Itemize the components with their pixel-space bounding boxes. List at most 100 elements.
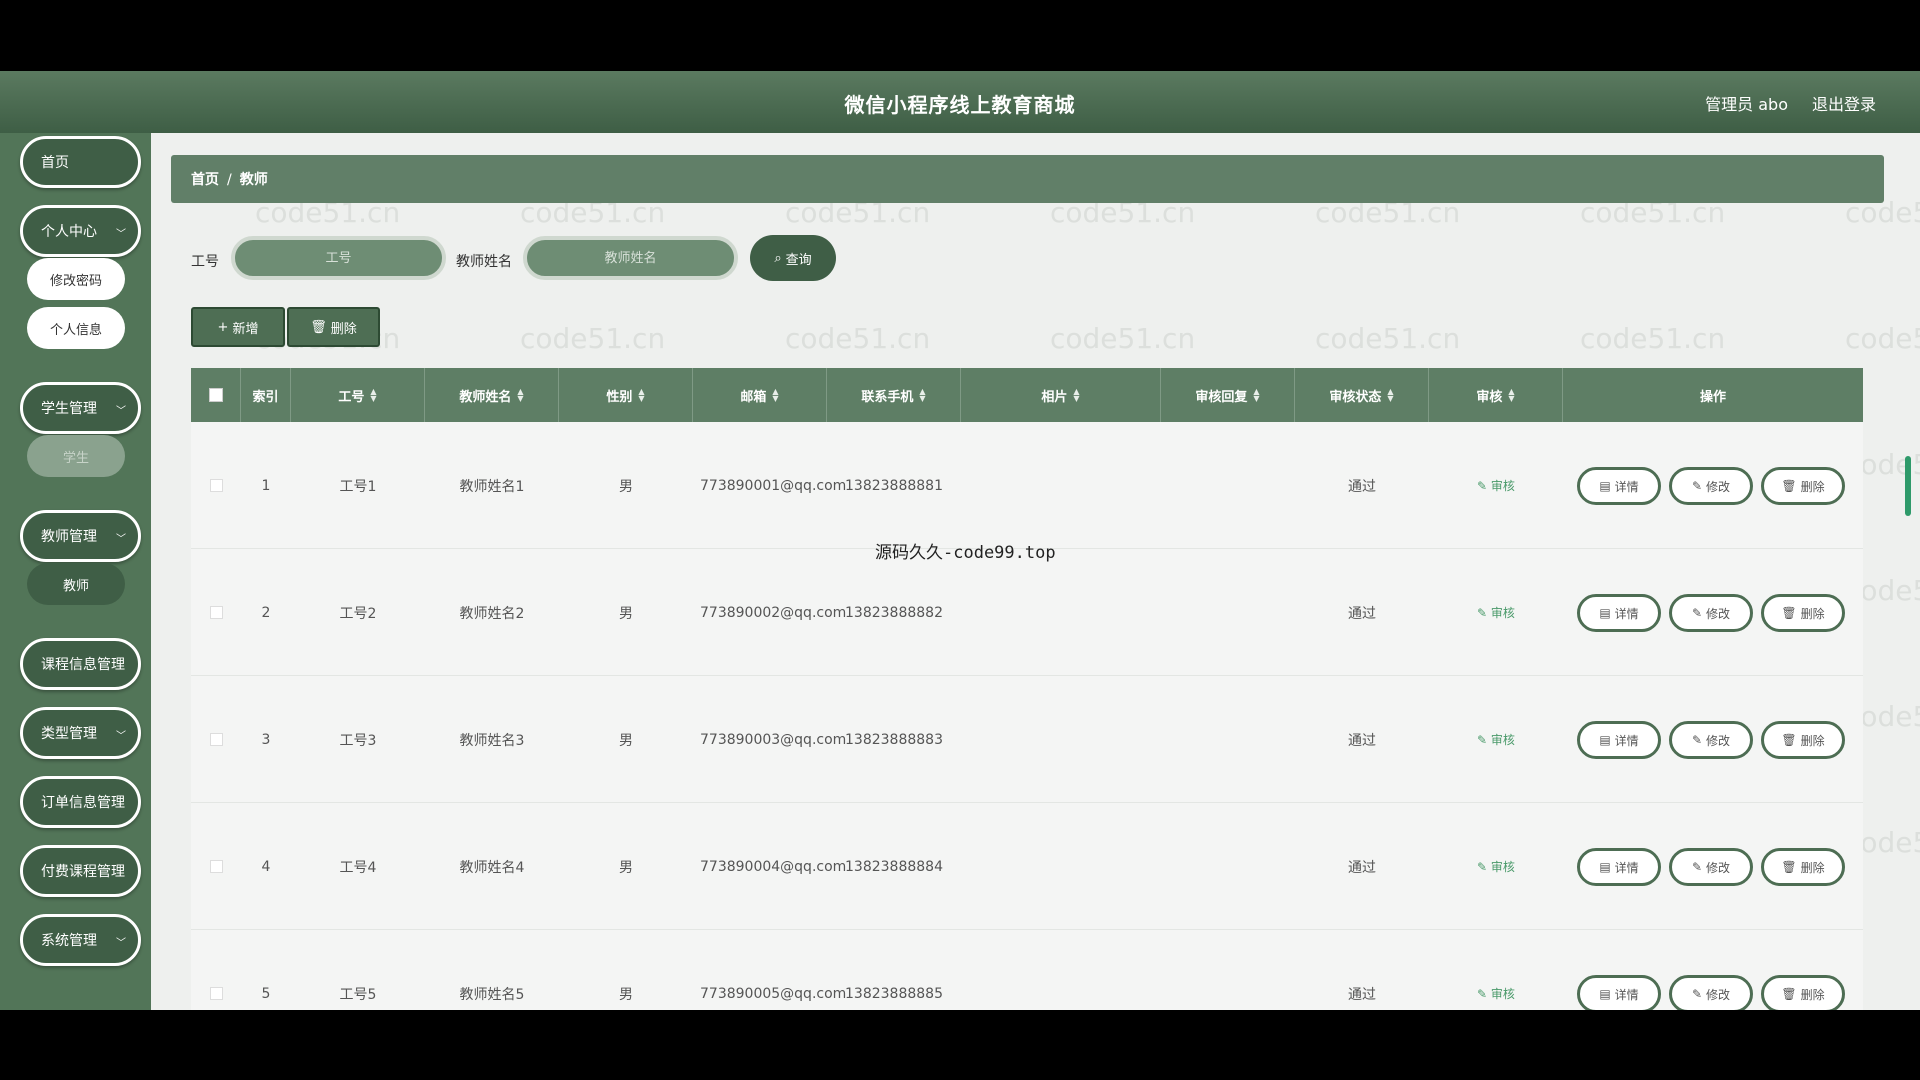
page-scrollbar[interactable] [1905, 456, 1911, 516]
select-all-checkbox[interactable] [208, 388, 223, 402]
detail-button[interactable]: ▤ 详情 [1577, 848, 1661, 886]
email-text: 773890004@qq.com [700, 858, 847, 875]
sidebar-item-home[interactable]: 首页 [20, 136, 141, 188]
chevron-down-icon: ﹀ [116, 731, 126, 742]
cell-phone: 13823888884 [845, 858, 943, 875]
edit-icon: ✎ [1477, 479, 1491, 493]
table-row: 5 工号5 教师姓名5 男 773890005@qq.com 13823888885 通过 ✎… [191, 930, 1863, 1010]
edit-icon: ✎ [1691, 733, 1703, 747]
cell-name: 教师姓名4 [459, 859, 525, 876]
audit-label: 审核 [1490, 606, 1515, 620]
sort-icon: ▲ ▼ [772, 387, 779, 403]
th-phone[interactable]: 联系手机 ▲ ▼ [827, 368, 961, 422]
th-label: 联系手机 [861, 389, 914, 405]
th-email[interactable]: 邮箱 ▲ ▼ [693, 368, 827, 422]
cell-audit: ✎ 审核 [1429, 422, 1563, 549]
delete-button[interactable]: 🗑 删除 [1761, 467, 1845, 505]
watermark-tile: code51.cn [1315, 322, 1461, 355]
edit-button[interactable]: ✎ 修改 [1669, 467, 1753, 505]
chevron-down-icon: ﹀ [116, 229, 126, 240]
audit-link[interactable]: ✎ 审核 [1477, 604, 1515, 621]
row-checkbox[interactable] [209, 987, 223, 1000]
sidebar-subitem-student[interactable]: 学生 [27, 435, 125, 477]
op-label: 详情 [1614, 606, 1639, 621]
sidebar-item-type-mgmt[interactable]: 类型管理 ﹀ [20, 707, 141, 759]
sidebar: 首页 个人中心 ﹀ 修改密码 个人信息 学生管理 ﹀ 学生 教师管理 ﹀ 教师 课程信… [0, 133, 151, 1010]
edit-button[interactable]: ✎ 修改 [1669, 721, 1753, 759]
cell-gender: 男 [619, 605, 633, 622]
th-label: 邮箱 [740, 389, 767, 405]
sort-icon: ▲ ▼ [1253, 387, 1260, 403]
th-gender[interactable]: 性别 ▲ ▼ [559, 368, 693, 422]
cell-email: 773890003@qq.com [693, 676, 846, 803]
sidebar-item-student-mgmt[interactable]: 学生管理 ﹀ [20, 382, 141, 434]
sort-icon: ▲ ▼ [1508, 387, 1515, 403]
sidebar-item-teacher-mgmt[interactable]: 教师管理 ﹀ [20, 510, 141, 562]
edit-button[interactable]: ✎ 修改 [1669, 848, 1753, 886]
op-label: 修改 [1706, 733, 1731, 748]
edit-button[interactable]: ✎ 修改 [1669, 975, 1753, 1010]
delete-button[interactable]: 🗑 删除 [1761, 594, 1845, 632]
detail-button[interactable]: ▤ 详情 [1577, 721, 1661, 759]
detail-button[interactable]: ▤ 详情 [1577, 975, 1661, 1010]
logout-link[interactable]: 退出登录 [1812, 91, 1876, 115]
th-name[interactable]: 教师姓名 ▲ ▼ [425, 368, 559, 422]
th-status[interactable]: 审核状态 ▲ ▼ [1295, 368, 1429, 422]
row-checkbox[interactable] [209, 860, 223, 873]
search-id-input[interactable] [231, 236, 446, 280]
watermark-tile: code51.cn [1845, 322, 1920, 355]
sort-icon: ▲ ▼ [1073, 387, 1080, 403]
sidebar-item-order-info-mgmt[interactable]: 订单信息管理 [20, 776, 141, 828]
sidebar-subitem-teacher[interactable]: 教师 [27, 563, 125, 605]
watermark-tile: code51.cn [520, 322, 666, 355]
sidebar-item-label: 付费课程管理 [41, 864, 125, 880]
delete-button[interactable]: 🗑 删除 [1761, 848, 1845, 886]
audit-link[interactable]: ✎ 审核 [1477, 731, 1515, 748]
th-photo[interactable]: 相片 ▲ ▼ [961, 368, 1161, 422]
sidebar-subitem-personal-info[interactable]: 个人信息 [27, 307, 125, 349]
audit-label: 审核 [1490, 860, 1515, 874]
breadcrumb-home[interactable]: 首页 [191, 172, 219, 188]
sidebar-item-paid-course-mgmt[interactable]: 付费课程管理 [20, 845, 141, 897]
cell-gender: 男 [619, 859, 633, 876]
trash-icon: 🗑 [310, 319, 327, 335]
sidebar-subitem-change-password[interactable]: 修改密码 [27, 258, 125, 300]
sidebar-item-label: 课程信息管理 [41, 657, 125, 673]
cell-index: 5 [261, 985, 271, 1002]
th-label: 操作 [1699, 389, 1726, 405]
cell-id: 工号3 [339, 732, 377, 749]
audit-link[interactable]: ✎ 审核 [1477, 858, 1515, 875]
sort-icon: ▲ ▼ [919, 387, 926, 403]
audit-link[interactable]: ✎ 审核 [1477, 985, 1515, 1002]
detail-button[interactable]: ▤ 详情 [1577, 467, 1661, 505]
op-label: 删除 [1800, 987, 1825, 1002]
row-checkbox[interactable] [209, 479, 223, 492]
edit-icon: ✎ [1691, 479, 1703, 493]
sidebar-item-label: 系统管理 [41, 933, 97, 949]
th-ops: 操作 [1563, 368, 1863, 422]
bulk-delete-button[interactable]: 🗑 删除 [287, 307, 380, 347]
delete-button[interactable]: 🗑 删除 [1761, 721, 1845, 759]
query-button[interactable]: ⌕ 查询 [750, 235, 836, 281]
sidebar-item-personal-center[interactable]: 个人中心 ﹀ [20, 205, 141, 257]
th-id[interactable]: 工号 ▲ ▼ [291, 368, 425, 422]
row-checkbox[interactable] [209, 606, 223, 619]
sort-icon: ▲ ▼ [638, 387, 645, 403]
detail-button[interactable]: ▤ 详情 [1577, 594, 1661, 632]
breadcrumb-separator: / [227, 172, 232, 188]
th-reply[interactable]: 审核回复 ▲ ▼ [1161, 368, 1295, 422]
audit-link[interactable]: ✎ 审核 [1477, 477, 1515, 494]
sidebar-item-course-info-mgmt[interactable]: 课程信息管理 [20, 638, 141, 690]
trash-icon: 🗑 [1781, 479, 1797, 493]
edit-button[interactable]: ✎ 修改 [1669, 594, 1753, 632]
row-checkbox[interactable] [209, 733, 223, 746]
teacher-table: 索引 工号 ▲ ▼ 教师姓名 ▲ ▼ 性别 ▲ ▼ 邮箱 ▲ ▼ 联系手机 ▲ ▼ 相片 ▲ ▼ 审核回… [191, 368, 1863, 1010]
search-name-input[interactable] [523, 236, 738, 280]
audit-label: 审核 [1490, 733, 1515, 747]
email-text: 773890002@qq.com [700, 604, 847, 621]
th-audit[interactable]: 审核 ▲ ▼ [1429, 368, 1563, 422]
add-button-label: 新增 [232, 321, 259, 337]
add-button[interactable]: + 新增 [191, 307, 285, 347]
delete-button[interactable]: 🗑 删除 [1761, 975, 1845, 1010]
sidebar-item-system-mgmt[interactable]: 系统管理 ﹀ [20, 914, 141, 966]
